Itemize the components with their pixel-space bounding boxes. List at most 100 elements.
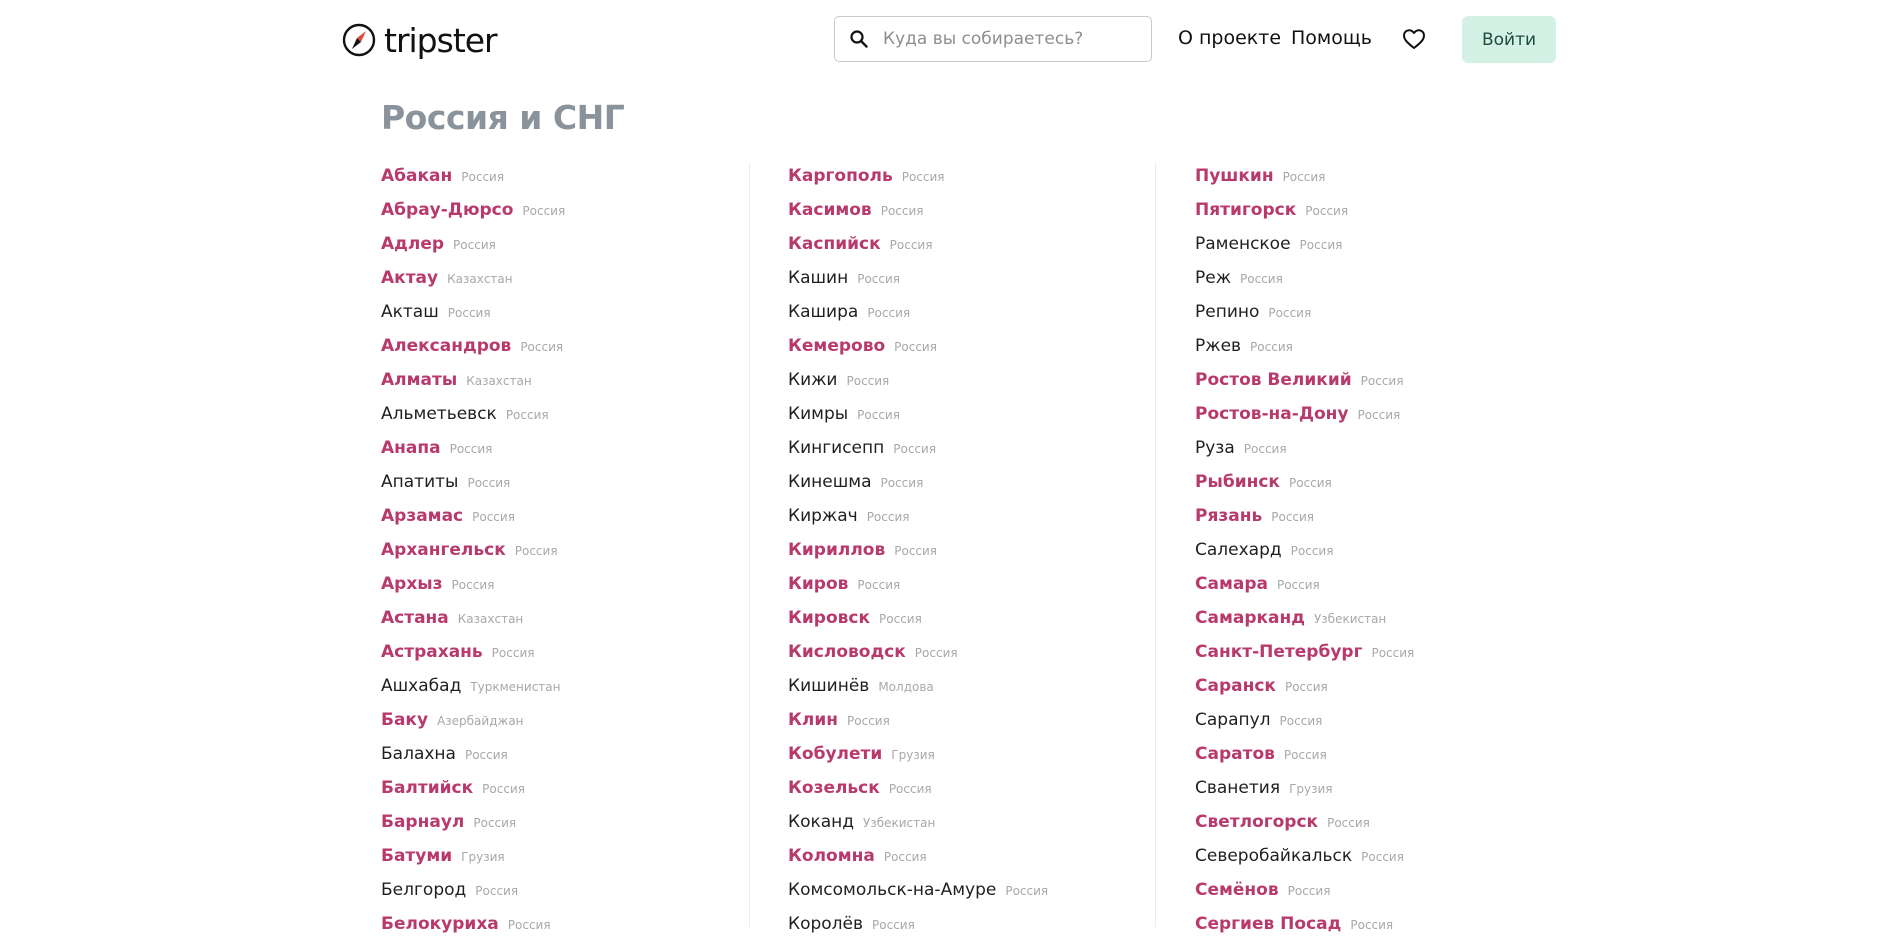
city-link[interactable]: Абакан xyxy=(381,166,452,186)
city-link[interactable]: Киров xyxy=(788,574,848,594)
city-country-label: Россия xyxy=(1243,442,1287,456)
nav-about-link[interactable]: О проекте xyxy=(1178,27,1281,49)
city-list-item: Архыз Россия xyxy=(381,571,565,605)
city-link[interactable]: Батуми xyxy=(381,846,452,866)
city-link[interactable]: Саратов xyxy=(1195,744,1275,764)
city-list-item: Королёв Россия xyxy=(788,911,1048,945)
heart-icon[interactable] xyxy=(1402,28,1426,50)
city-link[interactable]: Кировск xyxy=(788,608,870,628)
city-link[interactable]: Кинешма xyxy=(788,472,872,492)
city-link[interactable]: Кингисепп xyxy=(788,438,884,458)
city-country-label: Узбекистан xyxy=(1313,612,1387,626)
city-link[interactable]: Актау xyxy=(381,268,438,288)
city-link[interactable]: Киржач xyxy=(788,506,858,526)
city-link[interactable]: Ржев xyxy=(1195,336,1241,356)
city-list-item: Семёнов Россия xyxy=(1195,877,1414,911)
city-link[interactable]: Арзамас xyxy=(381,506,463,526)
city-link[interactable]: Салехард xyxy=(1195,540,1282,560)
city-link[interactable]: Пушкин xyxy=(1195,166,1274,186)
city-link[interactable]: Саранск xyxy=(1195,676,1276,696)
city-link[interactable]: Клин xyxy=(788,710,838,730)
city-link[interactable]: Астана xyxy=(381,608,449,628)
city-country-label: Россия xyxy=(894,340,937,354)
city-list-item: Каспийск Россия xyxy=(788,231,1048,265)
city-link[interactable]: Комсомольск-на-Амуре xyxy=(788,880,996,900)
city-link[interactable]: Архыз xyxy=(381,574,443,594)
city-country-label: Россия xyxy=(914,646,958,660)
city-country-label: Россия xyxy=(1279,714,1323,728)
city-link[interactable]: Сарапул xyxy=(1195,710,1271,730)
city-link[interactable]: Кемерово xyxy=(788,336,885,356)
city-link[interactable]: Апатиты xyxy=(381,472,458,492)
city-link[interactable]: Баку xyxy=(381,710,428,730)
city-link[interactable]: Ростов-на-Дону xyxy=(1195,404,1348,424)
city-link[interactable]: Сванетия xyxy=(1195,778,1280,798)
city-country-label: Россия xyxy=(1361,850,1404,864)
logo-link[interactable]: tripster xyxy=(342,18,498,62)
city-country-label: Россия xyxy=(1305,204,1349,218)
city-link[interactable]: Реж xyxy=(1195,268,1231,288)
city-link[interactable]: Белокуриха xyxy=(381,914,499,934)
city-link[interactable]: Кисловодск xyxy=(788,642,906,662)
city-link[interactable]: Репино xyxy=(1195,302,1259,322)
city-link[interactable]: Альметьевск xyxy=(381,404,497,424)
city-link[interactable]: Кашин xyxy=(788,268,848,288)
city-link[interactable]: Королёв xyxy=(788,914,863,934)
city-list-item: Кимры Россия xyxy=(788,401,1048,435)
city-list-item: Балтийск Россия xyxy=(381,775,565,809)
city-link[interactable]: Барнаул xyxy=(381,812,464,832)
city-link[interactable]: Акташ xyxy=(381,302,439,322)
city-country-label: Россия xyxy=(1371,646,1415,660)
city-link[interactable]: Кишинёв xyxy=(788,676,869,696)
city-link[interactable]: Абрау-Дюрсо xyxy=(381,200,513,220)
city-link[interactable]: Архангельск xyxy=(381,540,506,560)
city-link[interactable]: Коломна xyxy=(788,846,875,866)
search-input[interactable] xyxy=(881,28,1135,50)
city-link[interactable]: Сергиев Посад xyxy=(1195,914,1341,934)
city-link[interactable]: Касимов xyxy=(788,200,872,220)
city-list-item: Киров Россия xyxy=(788,571,1048,605)
city-link[interactable]: Адлер xyxy=(381,234,444,254)
city-link[interactable]: Белгород xyxy=(381,880,466,900)
city-link[interactable]: Рязань xyxy=(1195,506,1262,526)
city-link[interactable]: Руза xyxy=(1195,438,1235,458)
city-country-label: Россия xyxy=(475,884,519,898)
city-link[interactable]: Кобулети xyxy=(788,744,882,764)
city-country-label: Россия xyxy=(447,306,491,320)
login-button[interactable]: Войти xyxy=(1462,16,1556,63)
city-link[interactable]: Северобайкальск xyxy=(1195,846,1352,866)
city-link[interactable]: Балтийск xyxy=(381,778,473,798)
search-box[interactable] xyxy=(834,16,1152,62)
nav-help-link[interactable]: Помощь xyxy=(1291,27,1372,49)
city-link[interactable]: Козельск xyxy=(788,778,880,798)
city-link[interactable]: Пятигорск xyxy=(1195,200,1296,220)
city-list-item: Алматы Казахстан xyxy=(381,367,565,401)
city-link[interactable]: Самара xyxy=(1195,574,1268,594)
city-link[interactable]: Каспийск xyxy=(788,234,881,254)
city-country-label: Казахстан xyxy=(457,612,524,626)
city-link[interactable]: Астрахань xyxy=(381,642,483,662)
city-link[interactable]: Коканд xyxy=(788,812,854,832)
city-link[interactable]: Раменское xyxy=(1195,234,1291,254)
city-link[interactable]: Санкт-Петербург xyxy=(1195,642,1362,662)
city-link[interactable]: Балахна xyxy=(381,744,456,764)
city-link[interactable]: Кириллов xyxy=(788,540,885,560)
city-link[interactable]: Кижи xyxy=(788,370,837,390)
city-link[interactable]: Каргополь xyxy=(788,166,893,186)
city-country-label: Россия xyxy=(1299,238,1343,252)
city-link[interactable]: Александров xyxy=(381,336,511,356)
city-link[interactable]: Ашхабад xyxy=(381,676,461,696)
city-link[interactable]: Анапа xyxy=(381,438,441,458)
city-link[interactable]: Кимры xyxy=(788,404,848,424)
city-list-item: Саратов Россия xyxy=(1195,741,1414,775)
city-link[interactable]: Алматы xyxy=(381,370,457,390)
city-link[interactable]: Ростов Великий xyxy=(1195,370,1352,390)
city-link[interactable]: Самарканд xyxy=(1195,608,1305,628)
city-link[interactable]: Светлогорск xyxy=(1195,812,1318,832)
city-link[interactable]: Кашира xyxy=(788,302,858,322)
city-link[interactable]: Рыбинск xyxy=(1195,472,1280,492)
city-link[interactable]: Семёнов xyxy=(1195,880,1279,900)
city-list-item: Астрахань Россия xyxy=(381,639,565,673)
city-list-item: Клин Россия xyxy=(788,707,1048,741)
city-country-label: Россия xyxy=(1284,680,1328,694)
